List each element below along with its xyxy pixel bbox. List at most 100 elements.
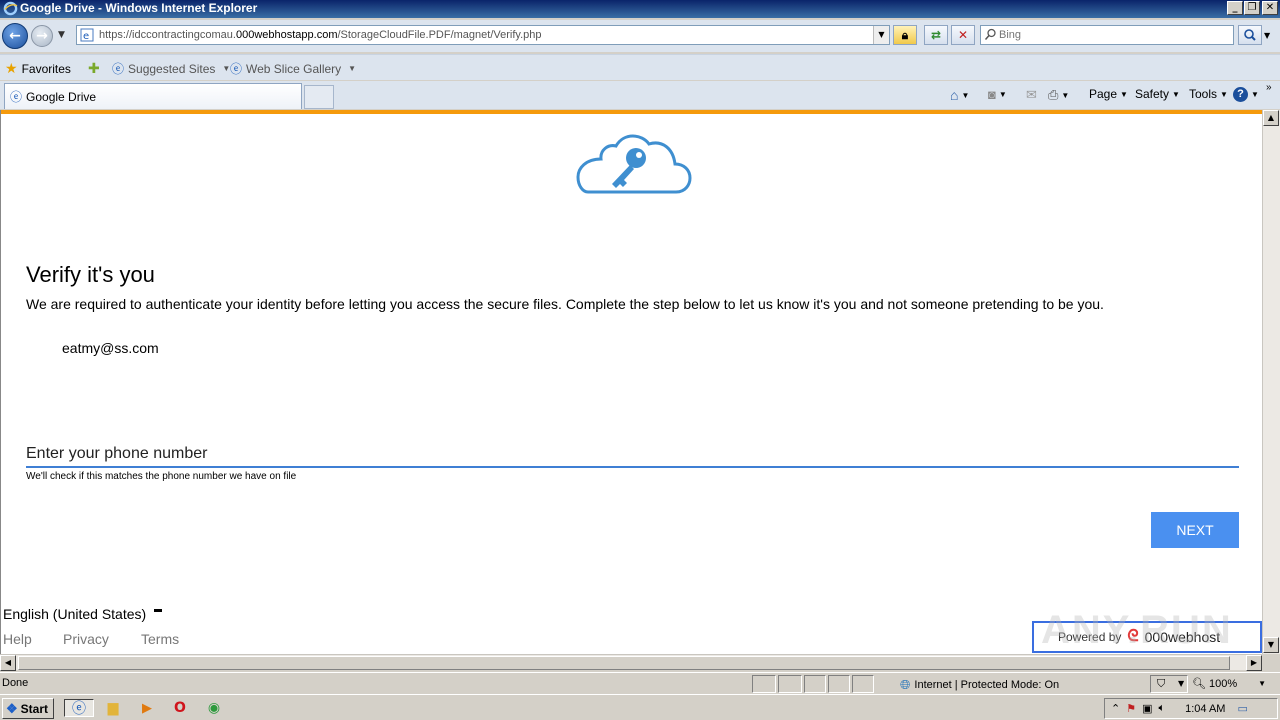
taskbar-media-player-button[interactable]: ▶ [137,699,157,717]
globe-icon: 🌐︎ [900,677,911,692]
stop-button[interactable]: ✕ [951,25,975,45]
taskbar-chrome-button[interactable]: ◉ [204,699,224,717]
status-pane [804,675,826,693]
url-path: /StorageCloudFile.PDF/magnet/Verify.php [337,29,542,41]
status-pane [828,675,850,693]
favorites-button[interactable]: ★ Favorites [5,60,71,77]
footer-link-terms[interactable]: Terms [141,631,179,647]
tab-google-drive[interactable]: ⓔ Google Drive [4,83,302,109]
scroll-left-button[interactable]: ◀ [0,655,16,671]
zoom-icon: 🔍︎ [1192,678,1206,690]
restore-button[interactable]: ❐ [1244,1,1260,15]
zoom-control[interactable]: 🔍︎ 100% ▼ [1192,677,1267,691]
horizontal-scroll-thumb[interactable] [18,656,1230,670]
footer-link-privacy[interactable]: Privacy [63,631,141,647]
phone-number-input[interactable] [26,442,1239,468]
close-window-button[interactable]: ✕ [1262,1,1278,15]
window-title-bar: Google Drive - Windows Internet Explorer… [0,0,1280,18]
url-domain: 000webhostapp.com [235,29,338,41]
show-desktop-icon[interactable]: ▭ [1237,702,1247,715]
zone-label: Internet | Protected Mode: On [914,679,1060,691]
chevron-down-icon: ▼ [1120,89,1128,99]
folder-icon: ▆ [107,700,119,716]
security-report-button[interactable]: 🔒︎ [893,25,917,45]
address-bar[interactable]: e https://idccontractingcomau.000webhost… [76,25,890,45]
page-title: Verify it's you [26,262,155,287]
search-box[interactable] [980,25,1234,45]
vertical-scrollbar[interactable]: ▲ ▼ [1262,110,1280,654]
back-button[interactable]: ← [2,23,28,49]
add-to-favorites-bar-button[interactable]: ✚ [88,60,100,77]
page-description: We are required to authenticate your ide… [26,296,1104,312]
taskbar-opera-button[interactable]: O [170,699,190,717]
media-player-icon: ▶ [142,700,152,716]
mail-icon: ✉ [1026,87,1037,102]
stop-icon: ✕ [957,28,969,42]
protected-mode-button[interactable]: ⛉ ▼ [1150,675,1188,693]
feeds-button[interactable]: ◙ ▼ [988,87,1007,102]
print-button[interactable]: ⎙ ▼ [1048,87,1069,103]
taskbar-ie-button[interactable]: ⓔ [64,699,94,717]
horizontal-scrollbar[interactable]: ◀ ▶ [0,654,1262,671]
scroll-up-button[interactable]: ▲ [1263,110,1279,126]
search-button[interactable] [1238,25,1262,45]
taskbar-explorer-button[interactable]: ▆ [103,699,123,717]
next-button[interactable]: NEXT [1151,512,1239,548]
search-icon [984,28,996,40]
footer-links: Help Privacy Terms [3,631,179,647]
language-selector[interactable]: English (United States) [3,606,163,622]
favorites-item-web-slice-gallery[interactable]: ⓔ Web Slice Gallery ▼ [230,60,356,77]
favorites-item-label: Suggested Sites [128,61,216,76]
home-icon: ⌂ [950,87,959,103]
address-dropdown-button[interactable]: ▼ [873,26,889,44]
refresh-button[interactable]: ⇄ [924,25,948,45]
recent-pages-dropdown[interactable]: ▼ [58,30,65,40]
network-icon[interactable]: ▣ [1142,702,1152,715]
scroll-down-button[interactable]: ▼ [1263,637,1279,653]
status-pane [778,675,802,693]
language-label: English (United States) [3,606,147,622]
start-button[interactable]: ❖ Start [2,698,54,719]
account-email: eatmy@ss.com [62,340,159,356]
system-tray: ⌃ ⚑ ▣ 🔈︎ 1:04 AM ▭ [1104,698,1278,719]
read-mail-button[interactable]: ✉ [1026,87,1037,103]
refresh-icon: ⇄ [930,28,942,42]
toolbar-overflow-button[interactable]: » [1266,82,1272,93]
window-title: Google Drive - Windows Internet Explorer [20,1,258,15]
new-tab-button[interactable] [304,85,334,109]
powered-by-badge[interactable]: Powered by ᘓ 000webhost [1032,621,1262,653]
home-button[interactable]: ⌂ ▼ [950,87,969,103]
chrome-icon: ◉ [207,700,221,716]
volume-icon[interactable]: 🔈︎ [1159,702,1166,715]
tab-bar: ⓔ Google Drive ⌂ ▼ ◙ ▼ ✉ ⎙ ▼ Page ▼ Safety ▼ … [0,81,1280,109]
security-zone[interactable]: 🌐︎ Internet | Protected Mode: On [900,677,1059,693]
navigation-bar: ← → ▼ e https://idccontractingcomau.000w… [0,20,1280,52]
printer-icon: ⎙ [1048,87,1059,102]
tray-expand-icon[interactable]: ⌃ [1111,702,1120,715]
favorites-item-suggested-sites[interactable]: ⓔ Suggested Sites ▼ [112,60,230,77]
status-pane [852,675,874,693]
help-menu[interactable]: ? ▼ [1233,87,1259,102]
tools-menu[interactable]: Tools ▼ [1189,87,1228,101]
safety-menu[interactable]: Safety ▼ [1135,87,1180,101]
rss-feed-icon: ◙ [988,87,996,102]
forward-button[interactable]: → [31,25,53,47]
search-options-dropdown[interactable]: ▼ [1264,31,1270,40]
chevron-down-icon: ▼ [998,90,1007,99]
footer-link-help[interactable]: Help [3,631,63,647]
minimize-button[interactable]: _ [1227,1,1243,15]
page-menu[interactable]: Page ▼ [1089,87,1128,101]
start-label: Start [20,701,48,716]
clock[interactable]: 1:04 AM [1185,703,1225,715]
lock-icon: 🔒︎ [901,27,909,42]
help-icon: ? [1233,87,1248,102]
action-center-icon[interactable]: ⚑ [1126,702,1136,715]
chevron-down-icon: ▼ [1258,679,1267,688]
add-favorite-icon: ✚ [88,60,100,76]
zoom-level: 100% [1208,677,1238,690]
search-input[interactable] [999,27,1229,43]
scroll-right-button[interactable]: ▶ [1246,655,1262,671]
chevron-down-icon: ▼ [1220,89,1228,99]
dropdown-caret-icon [154,608,163,612]
svg-text:e: e [83,31,89,42]
